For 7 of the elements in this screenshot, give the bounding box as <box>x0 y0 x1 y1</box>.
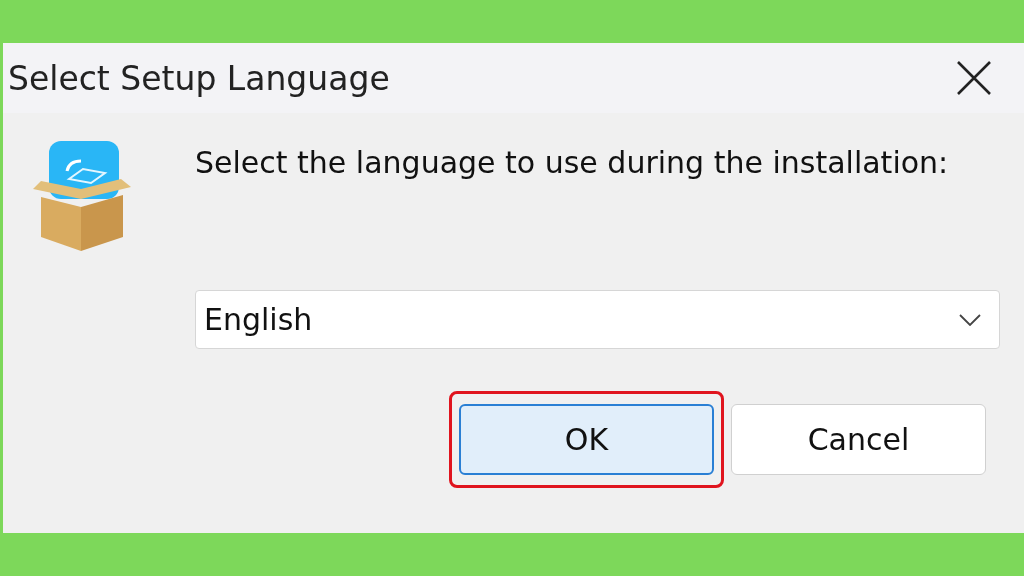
prompt-text: Select the language to use during the installation: <box>195 145 950 180</box>
close-icon[interactable] <box>956 60 992 96</box>
dialog-button[interactable]: Cancel <box>731 404 986 475</box>
chevron-down-icon <box>959 313 981 326</box>
window-title: Select Setup Language <box>8 58 390 98</box>
dialog-button[interactable]: OK <box>459 404 714 475</box>
language-dropdown[interactable]: English <box>195 290 1000 349</box>
